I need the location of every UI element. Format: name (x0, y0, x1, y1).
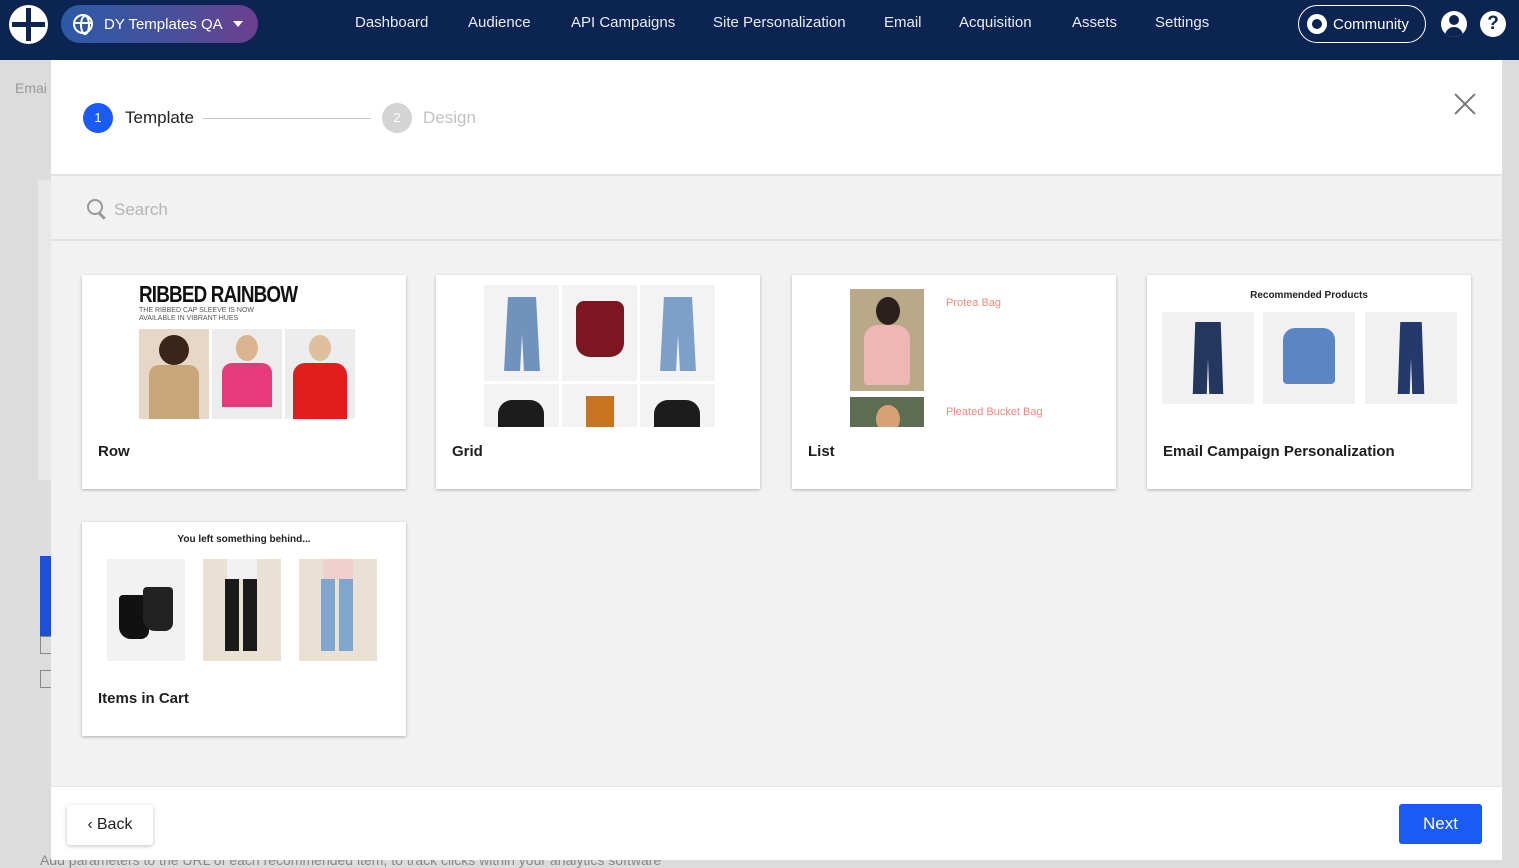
site-selector[interactable]: DY Templates QA (61, 5, 258, 43)
template-card-list[interactable]: Protea Bag Pleated Bucket Bag List (792, 275, 1116, 489)
thumb-photo (484, 384, 559, 427)
template-modal: 1 Template 2 Design RIBBED RAINBOW THE R… (51, 60, 1502, 860)
template-thumbnail: You left something behind... (82, 522, 406, 674)
chevron-left-icon: ‹ (87, 816, 93, 833)
step-1-label: Template (125, 108, 194, 127)
search-icon (87, 199, 103, 221)
nav-assets[interactable]: Assets (1072, 14, 1117, 31)
thumb-item-label: Protea Bag (946, 297, 1002, 309)
template-card-row[interactable]: RIBBED RAINBOW THE RIBBED CAP SLEEVE IS … (82, 275, 406, 489)
thumb-photo (203, 559, 281, 661)
logo-icon[interactable] (9, 5, 48, 44)
background-blue-block (40, 556, 51, 636)
user-icon[interactable] (1441, 11, 1467, 37)
thumb-item-label: Pleated Bucket Bag (946, 406, 1043, 418)
nav-api-campaigns[interactable]: API Campaigns (571, 14, 675, 31)
wizard-footer: ‹ Back Next (51, 786, 1502, 860)
community-button[interactable]: Community (1298, 5, 1426, 43)
thumb-photo (850, 289, 924, 391)
step-1-indicator: 1 (83, 103, 113, 133)
search-bar (51, 178, 1502, 241)
thumb-photo (640, 285, 715, 381)
thumb-photo (107, 559, 185, 661)
template-title: Grid (452, 443, 483, 460)
nav-site-personalization[interactable]: Site Personalization (713, 14, 846, 31)
template-thumbnail: Protea Bag Pleated Bucket Bag (792, 275, 1116, 427)
thumb-photo (850, 397, 924, 427)
thumb-photo (562, 384, 637, 427)
thumb-heading: Recommended Products (1250, 290, 1368, 301)
close-icon[interactable] (1451, 90, 1479, 118)
caret-down-icon (232, 21, 243, 27)
thumb-photo (1365, 312, 1457, 404)
back-button-label: Back (96, 816, 133, 833)
nav-audience[interactable]: Audience (468, 14, 531, 31)
thumb-photo (1263, 312, 1355, 404)
thumb-photo (299, 559, 377, 661)
thumb-photo (640, 384, 715, 427)
nav-settings[interactable]: Settings (1155, 14, 1209, 31)
thumb-photo (484, 285, 559, 381)
template-card-email-campaign-personalization[interactable]: Recommended Products Email Campaign Pers… (1147, 275, 1471, 489)
thumb-photo (285, 329, 355, 419)
nav-dashboard[interactable]: Dashboard (355, 14, 428, 31)
thumb-photo (139, 329, 209, 419)
thumb-photo (212, 329, 282, 419)
template-title: Items in Cart (98, 690, 189, 707)
community-icon (1307, 14, 1327, 34)
step-connector (203, 118, 371, 119)
template-card-items-in-cart[interactable]: You left something behind... Items in Ca… (82, 522, 406, 736)
thumb-subheading: THE RIBBED CAP SLEEVE IS NOW AVAILABLE I… (139, 307, 255, 322)
template-title: Email Campaign Personalization (1163, 443, 1395, 460)
step-2-indicator: 2 (382, 103, 412, 133)
nav-email[interactable]: Email (884, 14, 922, 31)
template-title: Row (98, 443, 130, 460)
globe-icon (73, 14, 93, 35)
template-thumbnail (436, 275, 760, 427)
thumb-heading: You left something behind... (177, 534, 311, 545)
template-title: List (808, 443, 835, 460)
thumb-photo (562, 285, 637, 381)
thumb-heading: RIBBED RAINBOW (139, 281, 298, 307)
template-thumbnail: Recommended Products (1147, 275, 1471, 427)
community-label: Community (1333, 15, 1409, 33)
help-icon[interactable]: ? (1480, 11, 1506, 37)
site-selector-label: DY Templates QA (104, 15, 223, 33)
step-2-label: Design (423, 108, 476, 127)
next-button[interactable]: Next (1399, 804, 1482, 844)
top-navigation: DY Templates QA Dashboard Audience API C… (0, 0, 1519, 60)
thumb-photo (1162, 312, 1254, 404)
back-button[interactable]: ‹ Back (67, 805, 153, 845)
wizard-header: 1 Template 2 Design (51, 60, 1502, 176)
search-box[interactable] (79, 190, 194, 230)
search-input[interactable] (114, 200, 194, 220)
template-thumbnail: RIBBED RAINBOW THE RIBBED CAP SLEEVE IS … (82, 275, 406, 427)
template-card-grid[interactable]: Grid (436, 275, 760, 489)
nav-acquisition[interactable]: Acquisition (959, 14, 1032, 31)
background-breadcrumb: Emai (15, 80, 47, 96)
